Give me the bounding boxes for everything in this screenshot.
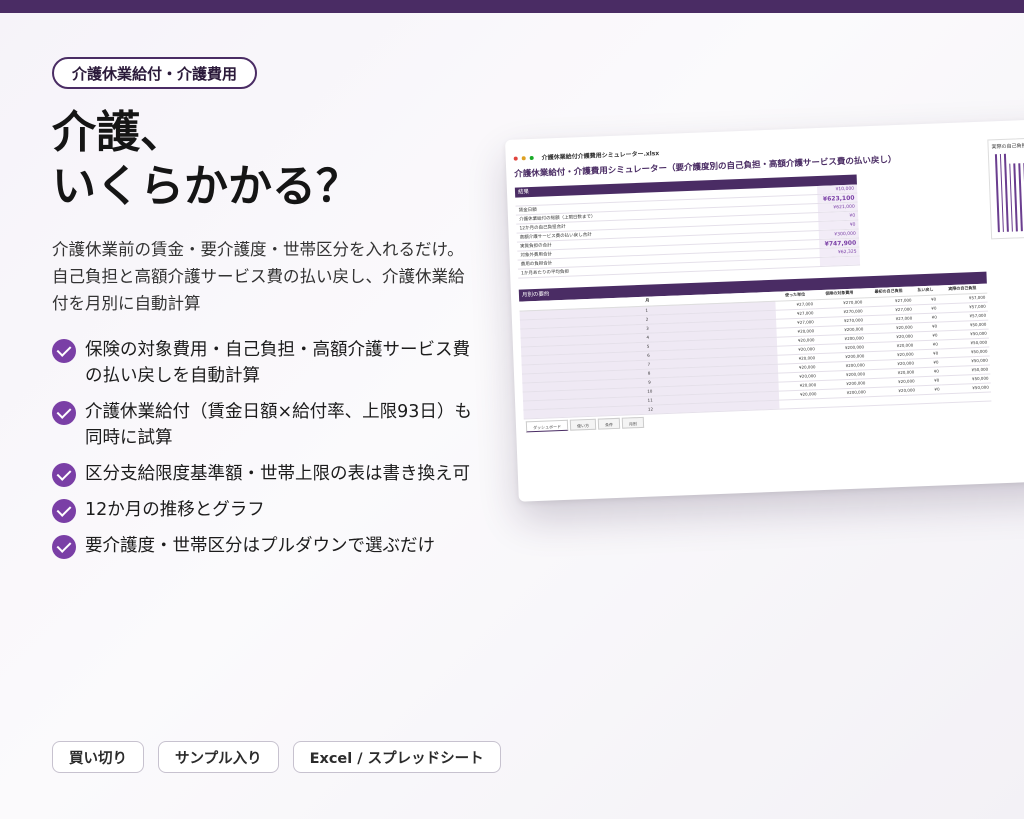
feature-line: 12か月の推移とグラフ xyxy=(85,500,265,520)
summary-value: ¥747,900 xyxy=(819,238,860,249)
feature-text: 介護休業給付（賃金日額×給付率、上限93日）も 同時に試算 xyxy=(85,399,472,451)
feature-item: 保険の対象費用・自己負担・高額介護サービス費 の払い戻しを自動計算 xyxy=(52,337,504,389)
feature-line: 保険の対象費用・自己負担・高額介護サービス費 xyxy=(85,340,470,360)
feature-item: 区分支給限度基準額・世帯上限の表は書き換え可 xyxy=(52,461,504,487)
table-cell xyxy=(941,391,992,403)
summary-value xyxy=(819,256,861,266)
table-cell xyxy=(917,393,943,404)
summary-value: ¥10,000 xyxy=(816,184,858,195)
tag-one-time-purchase: 買い切り xyxy=(52,741,144,773)
chart-title: 実際の自己負担 xyxy=(991,142,1024,151)
lead-text: 介護休業前の賃金・要介護度・世帯区分を入れるだけ。 自己負担と高額介護サービス費… xyxy=(52,236,502,317)
maximize-dot-icon xyxy=(529,155,534,160)
lead-line: 自己負担と高額介護サービス費の払い戻し、介護休業給 xyxy=(52,267,465,286)
spreadsheet-preview: 介護休業給付介護費用シミュレーター.xlsx 介護休業給付・介護費用シミュレータ… xyxy=(505,118,1024,502)
feature-line: の払い戻しを自動計算 xyxy=(85,366,260,386)
check-icon xyxy=(52,499,76,523)
feature-item: 12か月の推移とグラフ xyxy=(52,497,504,523)
feature-list: 保険の対象費用・自己負担・高額介護サービス費 の払い戻しを自動計算 介護休業給付（賃… xyxy=(52,337,504,569)
summary-value: ¥623,100 xyxy=(817,193,858,204)
sheet-tab[interactable]: 使い方 xyxy=(569,418,597,431)
summary-value: ¥0 xyxy=(818,220,859,231)
sheet-filename: 介護休業給付介護費用シミュレーター.xlsx xyxy=(541,150,660,162)
check-icon xyxy=(52,463,76,487)
check-icon xyxy=(52,535,76,559)
feature-line: 同時に試算 xyxy=(85,428,173,448)
sheet-tab-bar: ダッシュボード 使い方 条件 月別 xyxy=(525,416,645,433)
chart-bar xyxy=(994,154,1000,233)
table-cell xyxy=(779,398,820,409)
monthly-table: 月使った単位 保険の対象費用 最初の自己負担 払い戻し 実際の自己負担 1 ¥27,000… xyxy=(519,283,992,419)
table-cell xyxy=(867,394,918,406)
monthly-block: 月別の要約 月使った単位 保険の対象費用 最初の自己負担 払い戻し 実際の自己負担 1 ¥… xyxy=(518,271,992,419)
tag-excel-spreadsheet: Excel / スプレッドシート xyxy=(292,741,501,773)
headline-line-2: いくらかかる？ xyxy=(52,161,360,212)
feature-item: 要介護度・世帯区分はプルダウンで選ぶだけ xyxy=(52,533,504,559)
feature-line: 介護休業給付（賃金日額×給付率、上限93日）も xyxy=(85,402,472,422)
close-dot-icon xyxy=(513,156,518,161)
chart-bar xyxy=(999,153,1005,232)
category-tag: 介護休業給付・介護費用 xyxy=(52,57,258,89)
headline: 介護、 いくらかかる？ xyxy=(52,106,492,214)
check-icon xyxy=(52,401,76,425)
feature-item: 介護休業給付（賃金日額×給付率、上限93日）も 同時に試算 xyxy=(52,399,504,451)
summary-value: ¥0 xyxy=(818,211,859,222)
sheet-tab[interactable]: ダッシュボード xyxy=(525,419,569,433)
table-cell xyxy=(818,396,869,408)
summary-value: ¥621,000 xyxy=(817,202,858,213)
bottom-tag-row: 買い切り サンプル入り Excel / スプレッドシート xyxy=(52,741,501,773)
minimize-dot-icon xyxy=(521,155,526,160)
check-icon xyxy=(52,339,76,363)
sheet-tab[interactable]: 条件 xyxy=(597,417,621,430)
feature-text: 12か月の推移とグラフ xyxy=(85,497,265,523)
lead-line: 付を月別に自動計算 xyxy=(52,294,201,313)
top-accent-bar xyxy=(0,0,1024,13)
chart-panel: 実際の自己負担 xyxy=(987,137,1024,240)
summary-value: ¥300,000 xyxy=(818,229,860,240)
chart-bar xyxy=(1013,163,1018,232)
feature-line: 区分支給限度基準額・世帯上限の表は書き換え可 xyxy=(85,464,470,484)
chart-bar xyxy=(1018,162,1023,232)
lead-line: 介護休業前の賃金・要介護度・世帯区分を入れるだけ。 xyxy=(52,240,464,259)
chart-bar xyxy=(1004,153,1009,232)
window-titlebar: 介護休業給付介護費用シミュレーター.xlsx xyxy=(513,148,660,163)
feature-text: 要介護度・世帯区分はプルダウンで選ぶだけ xyxy=(85,533,435,559)
tag-sample-included: サンプル入り xyxy=(158,741,279,773)
summary-block: 結果 ¥10,000 賃金日額 ¥623,100 介護休業給付の総額（上限日数まで） ¥… xyxy=(514,174,861,279)
chart-bar xyxy=(1009,163,1014,232)
feature-text: 区分支給限度基準額・世帯上限の表は書き換え可 xyxy=(85,461,470,487)
sheet-tab[interactable]: 月別 xyxy=(621,416,645,429)
feature-line: 要介護度・世帯区分はプルダウンで選ぶだけ xyxy=(85,536,435,556)
summary-value: ¥62,325 xyxy=(819,247,860,258)
headline-line-1: 介護、 xyxy=(52,107,184,158)
feature-text: 保険の対象費用・自己負担・高額介護サービス費 の払い戻しを自動計算 xyxy=(85,337,470,389)
